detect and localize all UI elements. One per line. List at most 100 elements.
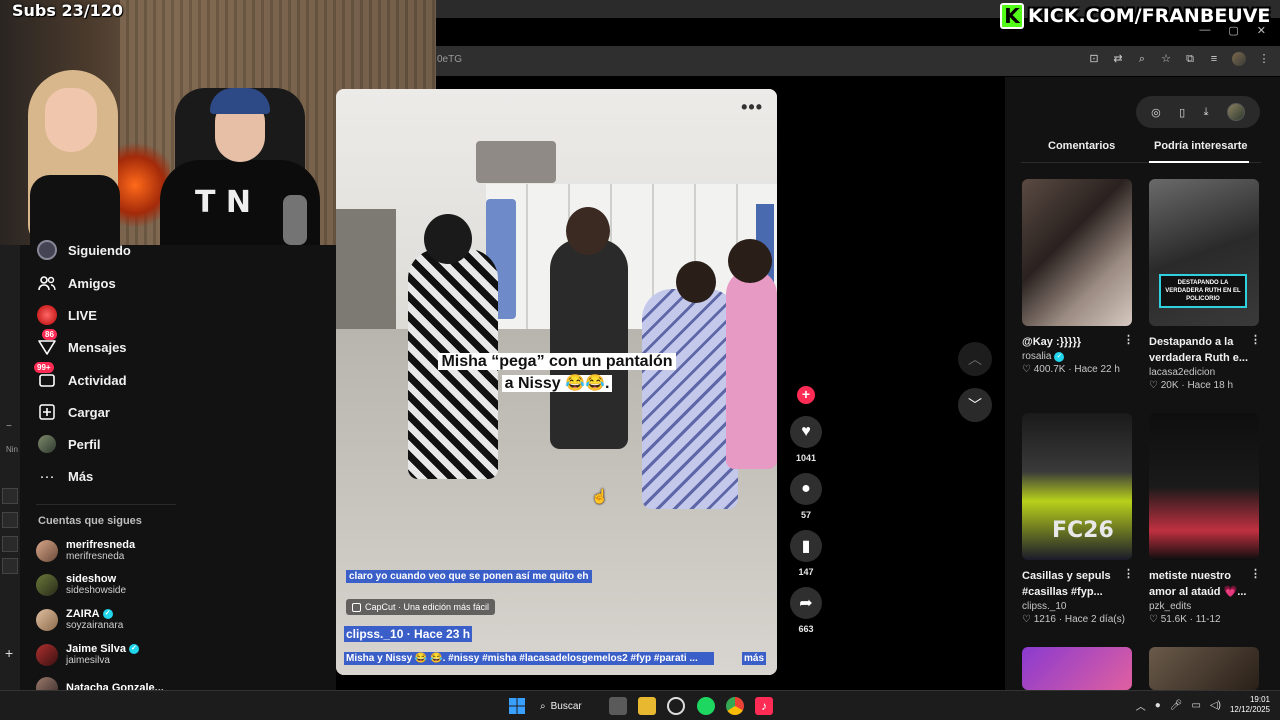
account-handle: sideshowside bbox=[66, 585, 127, 596]
kick-overlay: K KICK.COM/FRANBEUVE bbox=[1000, 2, 1280, 30]
compass-icon[interactable]: ◎ bbox=[1151, 106, 1161, 119]
more-icon: ··· bbox=[39, 467, 55, 485]
chrome-icon[interactable] bbox=[726, 697, 744, 715]
previous-video-button[interactable]: ︿ bbox=[958, 342, 992, 376]
following-account[interactable]: ZAIRA ✓ soyzairanara bbox=[36, 608, 123, 631]
extensions-icon[interactable]: ⧉ bbox=[1184, 53, 1196, 65]
avatar bbox=[36, 643, 58, 666]
sidebar-item-mas[interactable]: ··· Más bbox=[36, 464, 94, 488]
collapse-icon[interactable]: − bbox=[6, 421, 12, 432]
like-action[interactable]: ♥ 1041 bbox=[790, 416, 822, 463]
video-thumbnail[interactable] bbox=[1022, 179, 1132, 326]
tiktok-icon[interactable]: ♪ bbox=[755, 697, 773, 715]
comment-action[interactable]: ● 57 bbox=[790, 473, 822, 520]
panel-square[interactable] bbox=[2, 512, 18, 528]
steam-icon[interactable] bbox=[667, 697, 685, 715]
spotify-icon[interactable] bbox=[697, 697, 715, 715]
save-action[interactable]: ▮ 147 bbox=[790, 530, 822, 577]
file-explorer-icon[interactable] bbox=[638, 697, 656, 715]
more-description-link[interactable]: más bbox=[742, 652, 767, 665]
video-thumbnail[interactable] bbox=[1022, 647, 1132, 690]
sidebar-item-live[interactable]: LIVE bbox=[36, 303, 97, 327]
hand-cursor-icon: ☝ bbox=[591, 488, 609, 504]
suggested-video-card[interactable] bbox=[1022, 647, 1134, 690]
translate-icon[interactable]: ⇄ bbox=[1112, 53, 1124, 65]
tab-comentarios[interactable]: Comentarios bbox=[1048, 140, 1115, 152]
video-thumbnail[interactable]: DESTAPANDO LA VERDADERA RUTH EN EL POLIC… bbox=[1149, 179, 1259, 326]
install-icon[interactable]: ⊡ bbox=[1088, 53, 1100, 65]
share-icon[interactable]: ➦ bbox=[790, 587, 822, 619]
chevron-up-icon[interactable]: ︿ bbox=[1136, 698, 1146, 713]
video-more-options-icon[interactable]: ••• bbox=[741, 97, 763, 118]
phone-icon[interactable]: ▯ bbox=[1179, 106, 1185, 119]
heart-outline-icon: ♡ bbox=[1149, 380, 1158, 391]
following-account[interactable]: merifresneda merifresneda bbox=[36, 539, 135, 562]
streamer-left-face bbox=[45, 88, 97, 152]
kebab-menu-icon[interactable]: ⋮ bbox=[1258, 53, 1270, 65]
media-icon[interactable]: ≡ bbox=[1208, 53, 1220, 65]
card-author: rosalia ✓ bbox=[1022, 351, 1134, 362]
video-author-line[interactable]: clipss._10 · Hace 23 h bbox=[344, 626, 473, 642]
following-account[interactable]: sideshow sideshowside bbox=[36, 573, 126, 596]
video-scene-suitcase bbox=[476, 141, 556, 183]
card-more-icon[interactable]: ⋮ bbox=[1123, 567, 1134, 580]
heart-icon[interactable]: ♥ bbox=[790, 416, 822, 448]
card-more-icon[interactable]: ⋮ bbox=[1250, 567, 1261, 580]
browser-toolbar: ⊡ ⇄ ⌕ ☆ ⧉ ≡ ⋮ bbox=[1088, 52, 1270, 66]
browser-profile-avatar[interactable] bbox=[1232, 52, 1246, 66]
video-thumbnail[interactable]: FC26 bbox=[1022, 413, 1132, 560]
clock[interactable]: 19:01 12/12/2025 bbox=[1230, 695, 1270, 715]
volume-icon[interactable]: ◁) bbox=[1210, 700, 1221, 711]
taskbar-search-label: Buscar bbox=[550, 700, 582, 712]
following-account[interactable]: Jaime Silva ✓ jaimesilva bbox=[36, 643, 139, 666]
capcut-badge[interactable]: CapCut · Una edición más fácil bbox=[346, 599, 496, 615]
suggested-video-card[interactable]: ⋮ @Kay :}}}}} rosalia ✓ ♡ 400.7K · Hace 2… bbox=[1022, 179, 1134, 375]
video-person-head bbox=[566, 207, 610, 255]
windows-start-icon[interactable] bbox=[508, 697, 526, 715]
kick-channel-text: KICK.COM/FRANBEUVE bbox=[1028, 5, 1271, 27]
video-thumbnail[interactable] bbox=[1149, 647, 1259, 690]
add-icon[interactable]: + bbox=[5, 645, 13, 661]
follow-plus-button[interactable]: + bbox=[797, 386, 815, 404]
messages-icon: 86 bbox=[36, 329, 58, 358]
sidebar-item-mensajes[interactable]: 86 Mensajes bbox=[36, 329, 127, 359]
suggested-video-card[interactable]: ⋮ metiste nuestro amor al ataúd 💗... pzk… bbox=[1149, 413, 1261, 625]
card-more-icon[interactable]: ⋮ bbox=[1123, 333, 1134, 346]
panel-square[interactable] bbox=[2, 488, 18, 504]
next-video-button[interactable]: ﹀ bbox=[958, 388, 992, 422]
url-text[interactable]: 0eTG bbox=[437, 54, 462, 65]
zoom-icon[interactable]: ⌕ bbox=[1136, 53, 1148, 65]
panel-square[interactable] bbox=[2, 536, 18, 552]
microphone-icon[interactable]: 🎤︎ bbox=[1170, 700, 1183, 711]
taskbar-search[interactable]: ⌕ Buscar bbox=[540, 697, 582, 715]
user-avatar[interactable] bbox=[1226, 103, 1245, 121]
suggested-video-card[interactable]: DESTAPANDO LA VERDADERA RUTH EN EL POLIC… bbox=[1149, 179, 1261, 391]
sidebar-item-perfil[interactable]: Perfil bbox=[36, 432, 101, 456]
sidebar-item-actividad[interactable]: 99+ Actividad bbox=[34, 362, 127, 392]
panel-square[interactable] bbox=[2, 558, 18, 574]
task-view-icon[interactable] bbox=[609, 697, 627, 715]
suggested-video-card[interactable] bbox=[1149, 647, 1261, 690]
sidebar-item-siguiendo[interactable]: Siguiendo bbox=[36, 238, 131, 262]
card-more-icon[interactable]: ⋮ bbox=[1250, 333, 1261, 346]
bookmark-icon[interactable]: ▮ bbox=[790, 530, 822, 562]
bookmark-star-icon[interactable]: ☆ bbox=[1160, 53, 1172, 65]
sidebar-item-amigos[interactable]: Amigos bbox=[36, 271, 116, 295]
account-name: sideshow bbox=[66, 573, 117, 585]
account-name: Jaime Silva ✓ bbox=[66, 643, 139, 655]
tab-podria-interesarte[interactable]: Podría interesarte bbox=[1154, 140, 1248, 152]
suggested-video-card[interactable]: FC26 ⋮ Casillas y sepuls #casillas #fyp.… bbox=[1022, 413, 1134, 625]
verified-icon: ✓ bbox=[1054, 351, 1065, 362]
card-likes: 400.7K bbox=[1033, 364, 1066, 375]
download-icon[interactable]: ⤓ bbox=[1204, 106, 1209, 119]
video-player[interactable]: ••• Misha “pega” con un pantalón a Nissy… bbox=[336, 89, 777, 675]
tray-app-icon[interactable]: ● bbox=[1155, 700, 1161, 711]
subs-counter: Subs 23/120 bbox=[12, 1, 123, 20]
video-thumbnail[interactable] bbox=[1149, 413, 1259, 560]
card-title: Casillas y sepuls #casillas #fyp... bbox=[1022, 570, 1111, 598]
share-action[interactable]: ➦ 663 bbox=[790, 587, 822, 634]
network-icon[interactable]: ▭ bbox=[1191, 700, 1200, 711]
comment-icon[interactable]: ● bbox=[790, 473, 822, 505]
screen: — ▢ ✕ 0eTG ⊡ ⇄ ⌕ ☆ ⧉ ≡ ⋮ T N Subs 23/120 bbox=[0, 0, 1280, 720]
sidebar-item-cargar[interactable]: Cargar bbox=[36, 400, 110, 424]
